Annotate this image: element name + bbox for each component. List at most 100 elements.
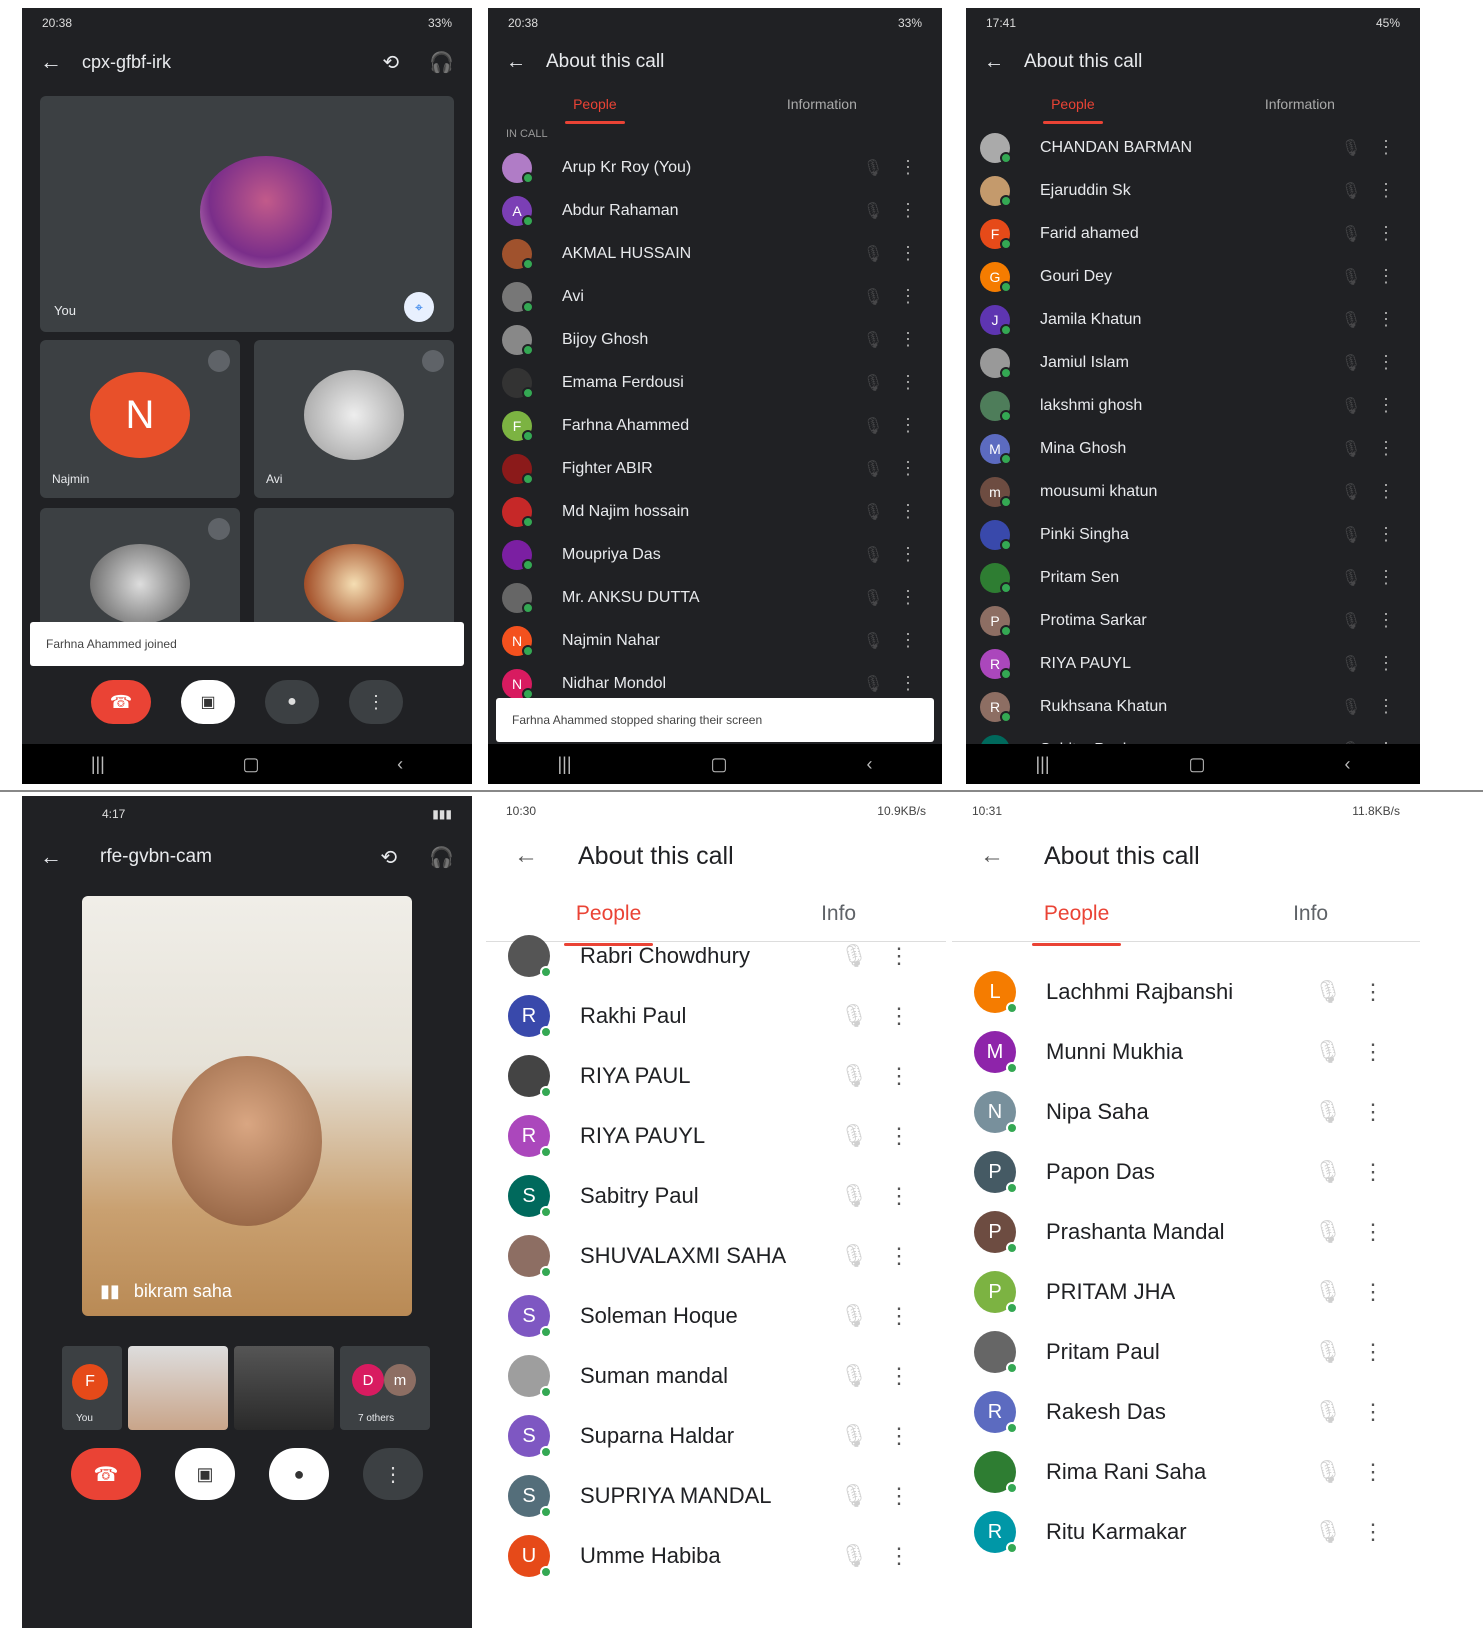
back-arrow-icon[interactable]: ← [514, 842, 538, 870]
participant-row[interactable]: S Suparna Haldar 🎙 ⋮ [486, 1406, 946, 1466]
more-options-icon[interactable]: ⋮ [888, 587, 928, 608]
back-arrow-icon[interactable]: ← [984, 51, 1004, 74]
thumb-video[interactable] [128, 1346, 228, 1430]
participant-row[interactable]: U Umme Habiba 🎙 ⋮ [486, 1526, 946, 1586]
recents-icon[interactable]: ||| [557, 754, 571, 775]
more-options-icon[interactable]: ⋮ [888, 329, 928, 350]
tile-participant[interactable] [254, 508, 454, 628]
participant-row[interactable]: S SUPRIYA MANDAL 🎙 ⋮ [486, 1466, 946, 1526]
meeting-code[interactable]: rfe-gvbn-cam [100, 846, 360, 868]
switch-camera-icon[interactable]: ⟲ [382, 50, 399, 75]
more-options-icon[interactable]: ⋮ [874, 943, 924, 969]
more-options-icon[interactable]: ⋮ [1348, 979, 1398, 1005]
more-options-icon[interactable]: ⋮ [874, 1483, 924, 1509]
more-options-icon[interactable]: ⋮ [1366, 266, 1406, 287]
camera-off-button[interactable]: ▣ [175, 1448, 235, 1500]
back-icon[interactable]: ‹ [1345, 754, 1351, 775]
more-options-icon[interactable]: ⋮ [888, 544, 928, 565]
participant-row[interactable]: Rabri Chowdhury 🎙 ⋮ [486, 926, 946, 986]
participant-row[interactable]: Jamiul Islam 🎙 ⋮ [966, 341, 1420, 384]
more-options-icon[interactable]: ⋮ [874, 1423, 924, 1449]
more-options-icon[interactable]: ⋮ [888, 372, 928, 393]
tile-avi[interactable]: Avi [254, 340, 454, 498]
participant-row[interactable]: Mr. ANKSU DUTTA 🎙 ⋮ [488, 576, 942, 619]
participant-row[interactable]: Arup Kr Roy (You) 🎙 ⋮ [488, 146, 942, 189]
tab-people[interactable]: People [1028, 892, 1125, 946]
participant-row[interactable]: R Rukhsana Khatun 🎙 ⋮ [966, 685, 1420, 728]
more-options-icon[interactable]: ⋮ [1366, 438, 1406, 459]
participant-row[interactable]: N Najmin Nahar 🎙 ⋮ [488, 619, 942, 662]
participant-row[interactable]: Fighter ABIR 🎙 ⋮ [488, 447, 942, 490]
more-options-icon[interactable]: ⋮ [1366, 653, 1406, 674]
switch-camera-icon[interactable]: ⟲ [380, 845, 397, 870]
more-options-icon[interactable]: ⋮ [874, 1123, 924, 1149]
more-options-icon[interactable]: ⋮ [874, 1183, 924, 1209]
more-options-icon[interactable]: ⋮ [1366, 696, 1406, 717]
more-options-icon[interactable]: ⋮ [888, 286, 928, 307]
participant-row[interactable]: P PRITAM JHA 🎙 ⋮ [952, 1262, 1420, 1322]
participant-row[interactable]: Ejaruddin Sk 🎙 ⋮ [966, 169, 1420, 212]
back-arrow-icon[interactable]: ← [40, 49, 62, 75]
more-options-icon[interactable]: ⋮ [874, 1543, 924, 1569]
more-options-icon[interactable]: ⋮ [874, 1303, 924, 1329]
participant-row[interactable]: M Munni Mukhia 🎙 ⋮ [952, 1022, 1420, 1082]
more-options-icon[interactable]: ⋮ [1348, 1399, 1398, 1425]
more-options-icon[interactable]: ⋮ [888, 157, 928, 178]
home-icon[interactable]: ▢ [242, 754, 259, 775]
more-options-icon[interactable]: ⋮ [888, 243, 928, 264]
participant-row[interactable]: J Jamila Khatun 🎙 ⋮ [966, 298, 1420, 341]
participant-row[interactable]: lakshmi ghosh 🎙 ⋮ [966, 384, 1420, 427]
participant-row[interactable]: P Prashanta Mandal 🎙 ⋮ [952, 1202, 1420, 1262]
more-options-icon[interactable]: ⋮ [1348, 1339, 1398, 1365]
back-arrow-icon[interactable]: ← [40, 844, 62, 870]
pin-icon[interactable]: ⌖ [404, 292, 434, 322]
participant-row[interactable]: G Gouri Dey 🎙 ⋮ [966, 255, 1420, 298]
participant-row[interactable]: M Mina Ghosh 🎙 ⋮ [966, 427, 1420, 470]
participant-row[interactable]: Avi 🎙 ⋮ [488, 275, 942, 318]
participant-row[interactable]: AKMAL HUSSAIN 🎙 ⋮ [488, 232, 942, 275]
more-options-icon[interactable]: ⋮ [1348, 1219, 1398, 1245]
more-options-icon[interactable]: ⋮ [1348, 1279, 1398, 1305]
thumb-you[interactable]: F You [62, 1346, 122, 1430]
tab-info[interactable]: Info [805, 892, 872, 936]
tab-people[interactable]: People [1039, 90, 1107, 124]
more-options-icon[interactable]: ⋮ [1366, 524, 1406, 545]
more-options-icon[interactable]: ⋮ [874, 1063, 924, 1089]
more-options-icon[interactable]: ⋮ [1366, 481, 1406, 502]
more-options-icon[interactable]: ⋮ [1348, 1039, 1398, 1065]
more-options-icon[interactable]: ⋮ [874, 1363, 924, 1389]
participant-row[interactable]: R Rakesh Das 🎙 ⋮ [952, 1382, 1420, 1442]
more-options-icon[interactable]: ⋮ [888, 458, 928, 479]
mic-off-button[interactable]: ● [269, 1448, 329, 1500]
participant-row[interactable]: S Sabitry Paul 🎙⋮ [486, 1166, 946, 1226]
participant-row[interactable]: Rima Rani Saha 🎙 ⋮ [952, 1442, 1420, 1502]
end-call-button[interactable]: ☎ [91, 680, 151, 724]
audio-output-icon[interactable]: 🎧 [429, 845, 454, 870]
participant-row[interactable]: R Rakhi Paul 🎙 ⋮ [486, 986, 946, 1046]
tab-people[interactable]: People [560, 892, 657, 946]
back-arrow-icon[interactable]: ← [980, 842, 1004, 870]
participant-row[interactable]: Pinki Singha 🎙 ⋮ [966, 513, 1420, 556]
participant-row[interactable]: R RIYA PAUYL 🎙 ⋮ [966, 642, 1420, 685]
home-icon[interactable]: ▢ [711, 754, 728, 775]
participant-row[interactable]: F Farid ahamed 🎙 ⋮ [966, 212, 1420, 255]
participant-row[interactable]: Pritam Sen 🎙 ⋮ [966, 556, 1420, 599]
participant-row[interactable]: RIYA PAUL 🎙 ⋮ [486, 1046, 946, 1106]
meeting-code[interactable]: cpx-gfbf-irk [82, 52, 362, 73]
more-options-icon[interactable]: ⋮ [1366, 395, 1406, 416]
thumb-video[interactable] [234, 1346, 334, 1430]
audio-output-icon[interactable]: 🎧 [429, 50, 454, 75]
participant-row[interactable]: Bijoy Ghosh 🎙 ⋮ [488, 318, 942, 361]
more-options-icon[interactable]: ⋮ [1366, 180, 1406, 201]
camera-off-button[interactable]: ▣ [181, 680, 235, 724]
more-options-icon[interactable]: ⋮ [1366, 352, 1406, 373]
more-options-button[interactable]: ⋮ [349, 680, 403, 724]
participant-row[interactable]: CHANDAN BARMAN 🎙 ⋮ [966, 126, 1420, 169]
back-icon[interactable]: ‹ [397, 754, 403, 775]
participant-row[interactable]: F Farhna Ahammed 🎙 ⋮ [488, 404, 942, 447]
participant-row[interactable]: Moupriya Das 🎙 ⋮ [488, 533, 942, 576]
home-icon[interactable]: ▢ [1189, 754, 1206, 775]
tab-people[interactable]: People [561, 90, 629, 124]
more-options-button[interactable]: ⋮ [363, 1448, 423, 1500]
participant-row[interactable]: S Soleman Hoque 🎙 ⋮ [486, 1286, 946, 1346]
